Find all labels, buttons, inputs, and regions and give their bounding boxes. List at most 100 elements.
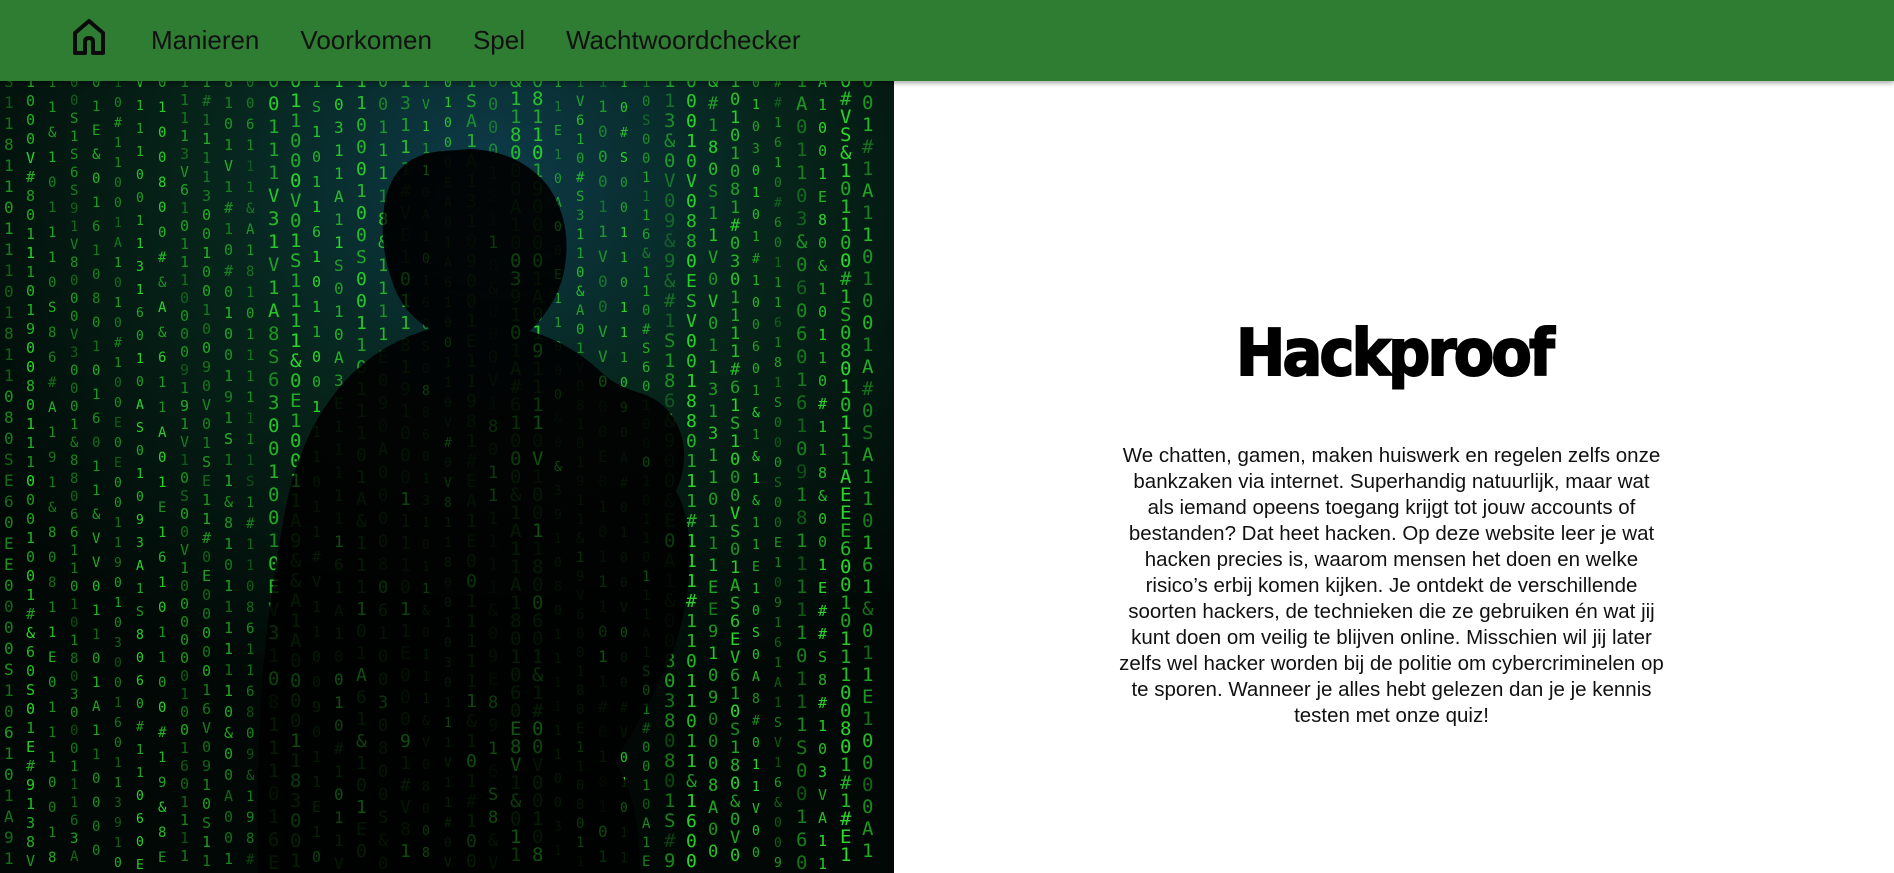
svg-text:0: 0 [180,703,189,721]
svg-text:1: 1 [180,739,189,757]
svg-text:0: 0 [466,751,477,772]
svg-text:1: 1 [620,301,628,316]
svg-text:1: 1 [158,475,166,491]
svg-text:1: 1 [70,543,78,559]
svg-text:#: # [642,721,651,737]
svg-text:#: # [136,720,144,735]
svg-text:V: V [92,555,101,571]
svg-text:0: 0 [598,122,608,141]
svg-text:V: V [70,327,79,343]
svg-text:S: S [730,522,740,542]
svg-text:1: 1 [26,795,35,813]
svg-text:1: 1 [246,285,254,301]
svg-text:1: 1 [400,489,411,510]
svg-text:0: 0 [4,597,14,616]
svg-text:0: 0 [136,191,144,206]
svg-text:1: 1 [180,199,189,217]
svg-text:1: 1 [334,693,344,712]
svg-text:0: 0 [202,415,211,433]
svg-text:0: 0 [114,96,122,111]
svg-text:V: V [598,247,608,266]
svg-text:1: 1 [158,100,166,116]
svg-text:0: 0 [202,605,211,623]
svg-text:0: 0 [510,142,521,164]
svg-text:0: 0 [158,600,166,616]
svg-text:S: S [70,183,78,199]
svg-text:1: 1 [862,334,873,356]
svg-text:A: A [752,670,760,685]
svg-text:1: 1 [708,534,718,554]
svg-text:0: 0 [576,816,584,832]
svg-text:1: 1 [246,642,254,658]
svg-text:S: S [224,430,233,448]
svg-text:A: A [730,576,740,596]
svg-text:&: & [510,790,522,812]
svg-text:0: 0 [4,702,14,721]
svg-text:1: 1 [224,640,233,658]
svg-text:1: 1 [818,349,827,367]
svg-text:0: 0 [26,282,35,300]
svg-text:S: S [466,91,477,112]
svg-text:E: E [862,686,873,708]
nav-item-wachtwoordchecker[interactable]: Wachtwoordchecker [566,25,801,56]
svg-text:1: 1 [290,270,301,292]
svg-text:0: 0 [510,448,521,470]
svg-text:0: 0 [70,309,78,325]
svg-text:1: 1 [840,844,851,866]
svg-text:6: 6 [136,812,144,827]
nav-item-manieren[interactable]: Manieren [151,25,259,56]
svg-text:0: 0 [532,250,543,272]
svg-text:0: 0 [26,662,35,680]
svg-text:1: 1 [246,369,254,385]
home-link[interactable] [70,17,108,57]
svg-text:V: V [730,504,740,524]
svg-text:V: V [180,541,189,559]
svg-text:#: # [576,170,585,186]
svg-text:S: S [818,648,827,666]
svg-text:&: & [686,771,697,792]
svg-text:9: 9 [202,358,211,376]
svg-text:0: 0 [92,171,100,187]
svg-text:1: 1 [620,81,628,91]
svg-text:1: 1 [92,627,100,643]
svg-text:&: & [818,257,827,275]
svg-text:1: 1 [708,204,718,224]
svg-text:1: 1 [708,446,718,466]
svg-text:6: 6 [312,223,321,241]
svg-text:0: 0 [246,306,254,322]
svg-text:1: 1 [378,279,388,299]
svg-text:1: 1 [862,664,873,686]
svg-text:8: 8 [686,391,697,412]
nav-item-voorkomen[interactable]: Voorkomen [300,25,432,56]
svg-text:1: 1 [26,244,35,262]
svg-text:3: 3 [818,763,827,781]
svg-text:0: 0 [686,431,697,452]
svg-text:0: 0 [840,322,851,344]
svg-text:V: V [730,828,740,848]
svg-text:E: E [26,738,35,756]
svg-text:0: 0 [774,416,782,431]
svg-text:V: V [224,157,233,175]
svg-text:3: 3 [664,110,675,132]
svg-text:&: & [862,598,874,620]
nav-item-spel[interactable]: Spel [473,25,525,56]
svg-text:9: 9 [26,320,35,338]
svg-text:1: 1 [708,468,718,488]
svg-text:8: 8 [246,831,254,847]
svg-text:0: 0 [774,176,782,191]
svg-text:8: 8 [26,833,35,851]
svg-text:0: 0 [92,363,100,379]
svg-text:1: 1 [202,111,211,129]
svg-text:0: 0 [554,172,562,187]
svg-text:E: E [686,271,697,292]
svg-text:S: S [4,81,14,91]
svg-text:0: 0 [26,130,35,148]
svg-text:1: 1 [488,233,498,253]
svg-text:&: & [224,493,233,511]
svg-text:1: 1 [796,369,807,391]
svg-text:0: 0 [510,322,521,344]
svg-text:1: 1 [466,691,477,712]
svg-text:1: 1 [136,467,144,482]
svg-text:0: 0 [158,200,166,216]
svg-text:1: 1 [356,313,367,334]
